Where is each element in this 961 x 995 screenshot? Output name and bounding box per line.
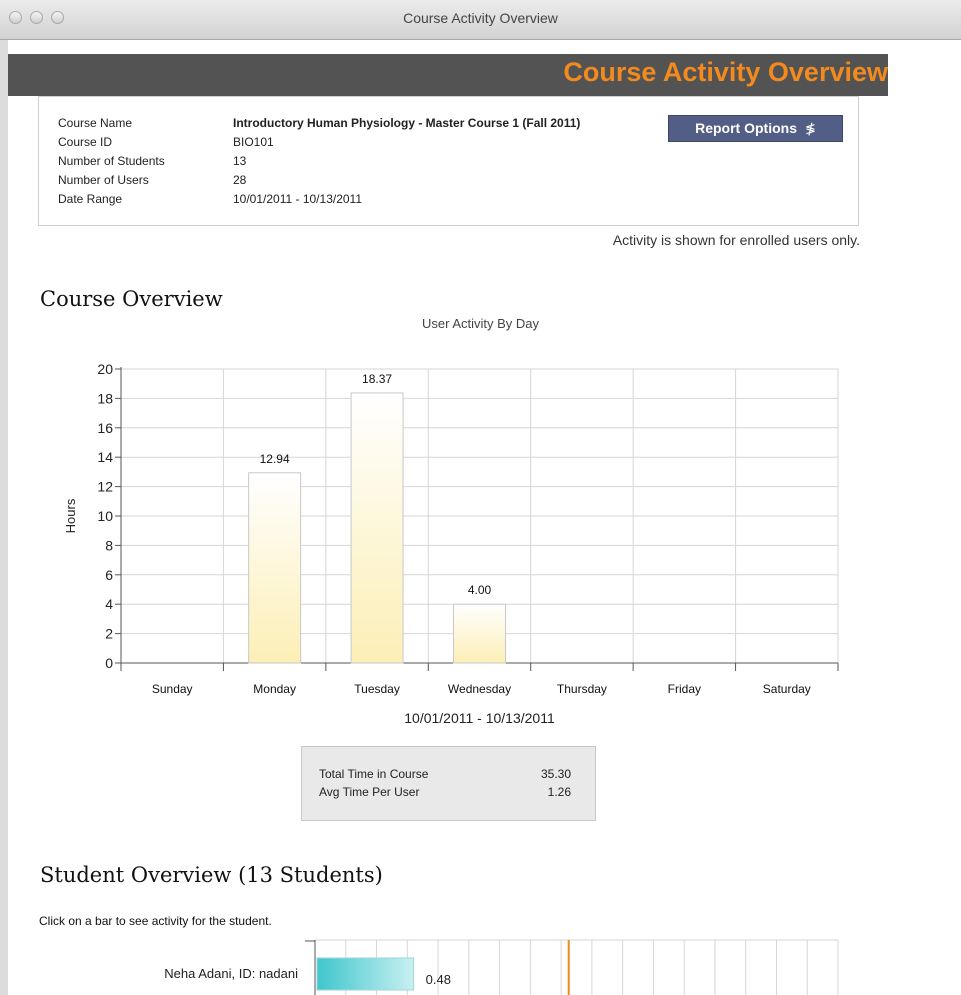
y-tick-label: 12 (97, 479, 113, 495)
total-time-label: Total Time in Course (319, 767, 429, 781)
course-id-label: Course ID (58, 135, 113, 149)
user-activity-chart: 0 2 4 6 8 10 12 14 16 18 20 Sunday 12.94 Monday 18.37 T… (63, 361, 839, 726)
banner-title: Course Activity Overview (563, 57, 888, 87)
x-tick-label: Saturday (763, 682, 811, 696)
number-of-users-label: Number of Users (58, 173, 149, 187)
bar-wednesday (453, 603, 506, 664)
x-tick-label: Sunday (152, 682, 193, 696)
data-label-wednesday: 4.00 (468, 583, 492, 597)
x-tick-label: Tuesday (354, 682, 400, 696)
total-time-row: Total Time in Course 35.30 (319, 767, 571, 781)
y-tick-label: 2 (105, 626, 113, 642)
bar-monday (248, 472, 302, 664)
page-banner: Course Activity Overview (8, 54, 888, 96)
x-axis-label: 10/01/2011 - 10/13/2011 (404, 710, 555, 726)
total-time-value: 35.30 (540, 767, 571, 781)
browser-window: Course Activity Overview Course Activity… (0, 0, 961, 995)
student-overview-heading: Student Overview (13 Students) (40, 863, 383, 887)
avg-time-label: Avg Time Per User (319, 785, 420, 799)
course-stats-panel: Total Time in Course 35.30 Avg Time Per … (301, 746, 596, 821)
window-title: Course Activity Overview (403, 10, 558, 26)
date-range-label: Date Range (58, 192, 123, 206)
student-name-label: Neha Adani, ID: nadani (164, 966, 298, 981)
data-label-tuesday: 18.37 (362, 372, 392, 386)
student-activity-chart: 0.48 Neha Adani, ID: nadani (164, 939, 839, 995)
course-id-value: BIO101 (233, 135, 274, 149)
student-value-label: 0.48 (426, 972, 451, 987)
y-tick-label: 16 (97, 420, 113, 436)
course-info-panel: Course Name Introductory Human Physiolog… (38, 96, 859, 226)
report-options-label: Report Options (695, 120, 797, 136)
course-overview-heading: Course Overview (40, 287, 223, 311)
number-of-students-value: 13 (233, 154, 247, 168)
course-name-value: Introductory Human Physiology - Master C… (233, 116, 581, 130)
y-tick-label: 20 (97, 361, 113, 377)
avg-time-value: 1.26 (547, 785, 571, 799)
avg-time-row: Avg Time Per User 1.26 (319, 785, 571, 799)
data-label-monday: 12.94 (260, 452, 290, 466)
y-tick-label: 8 (105, 537, 113, 553)
window-titlebar: Course Activity Overview (0, 0, 961, 40)
course-name-label: Course Name (58, 116, 133, 130)
date-range-value: 10/01/2011 - 10/13/2011 (233, 192, 362, 206)
y-tick-label: 4 (105, 596, 113, 612)
student-bar[interactable] (316, 957, 415, 991)
bar-tuesday (350, 392, 404, 664)
report-options-button[interactable]: Report Options ≸ (668, 115, 843, 142)
y-tick-label: 6 (105, 567, 113, 583)
student-chart-instruction: Click on a bar to see activity for the s… (39, 914, 272, 928)
y-tick-label: 0 (105, 655, 113, 671)
number-of-users-value: 28 (233, 173, 247, 187)
x-tick-label: Friday (668, 682, 701, 696)
y-tick-label: 14 (97, 449, 113, 465)
y-tick-label: 18 (97, 390, 113, 406)
enrolled-users-note: Activity is shown for enrolled users onl… (612, 232, 860, 248)
x-tick-label: Wednesday (448, 682, 511, 696)
number-of-students-label: Number of Students (58, 154, 165, 168)
y-axis-label: Hours (63, 498, 78, 533)
x-tick-label: Thursday (557, 682, 607, 696)
double-chevron-down-icon: ≸ (804, 121, 816, 136)
y-tick-label: 10 (97, 508, 113, 524)
x-tick-label: Monday (253, 682, 296, 696)
chart-title: User Activity By Day (421, 316, 540, 331)
